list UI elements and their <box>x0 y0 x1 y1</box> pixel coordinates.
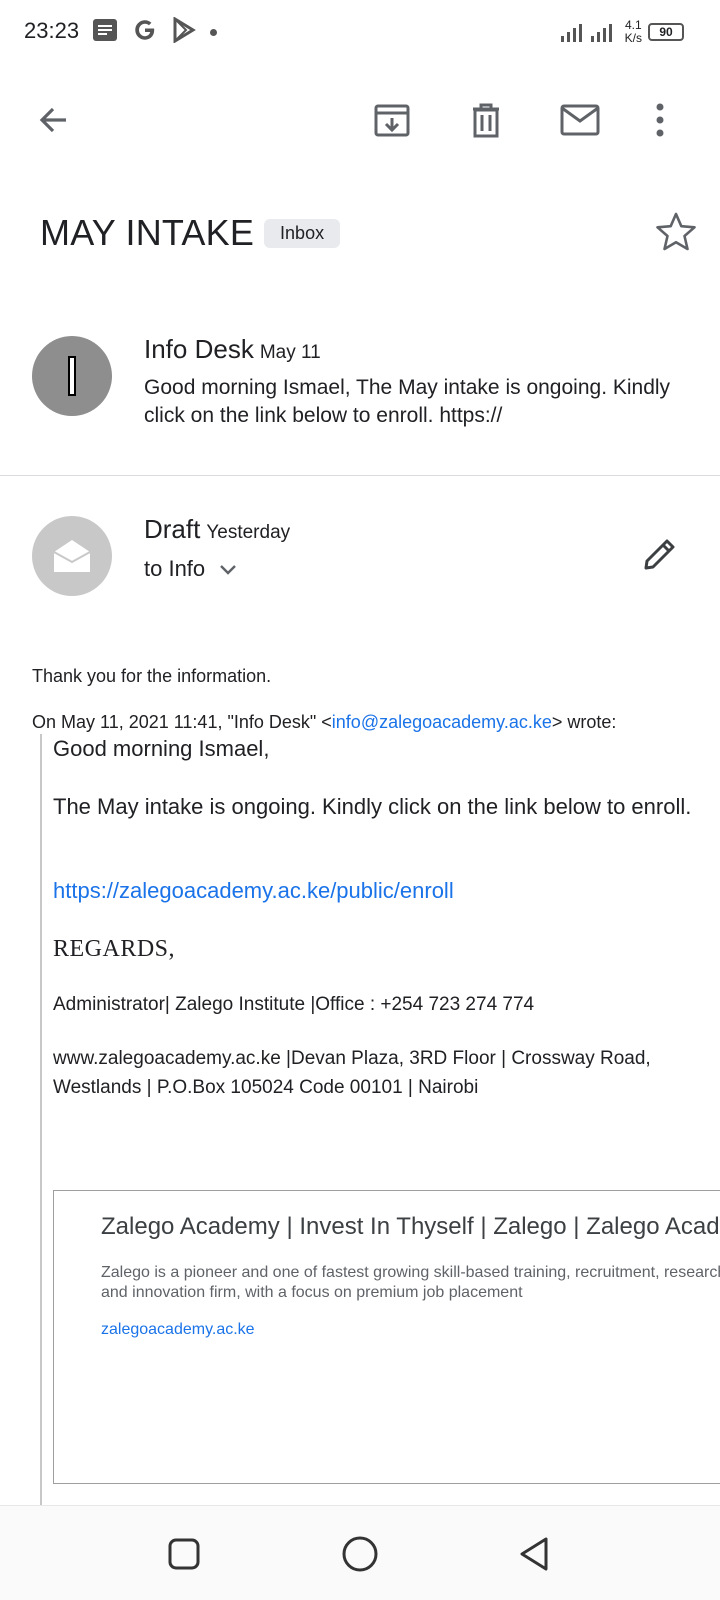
quoted-admin-line: Administrator| Zalego Institute |Office … <box>53 994 535 1015</box>
preview-title: Zalego Academy | Invest In Thyself | Zal… <box>101 1213 720 1240</box>
quoted-greeting: Good morning Ismael, <box>53 736 270 761</box>
recipient-label: to Info <box>144 556 206 581</box>
recents-button[interactable] <box>162 1532 206 1576</box>
link-preview-card[interactable]: Zalego Academy | Invest In Thyself | Zal… <box>53 1190 720 1484</box>
draft-body-text: Thank you for the information. <box>32 666 272 686</box>
archive-button[interactable] <box>366 94 418 146</box>
message-icon <box>92 18 118 47</box>
back-nav-button[interactable] <box>512 1532 556 1576</box>
status-notification-icons <box>92 15 217 48</box>
battery-icon: 90 <box>648 23 684 41</box>
recipient-details-toggle[interactable]: to Info <box>144 556 237 582</box>
quoted-address: www.zalegoacademy.ac.ke |Devan Plaza, 3R… <box>53 1048 651 1098</box>
mark-unread-icon <box>560 104 600 136</box>
quote-attribution: On May 11, 2021 11:41, "Info Desk" <info… <box>32 712 617 732</box>
message-sender: Info Desk May 11 <box>144 334 321 364</box>
delete-icon <box>473 103 499 138</box>
sender-email-link[interactable]: info@zalegoacademy.ac.ke <box>332 712 552 732</box>
back-button[interactable] <box>28 94 80 146</box>
google-icon <box>132 17 158 48</box>
signal-icon <box>559 16 619 49</box>
draft-envelope-icon <box>53 540 91 572</box>
quote-border <box>40 734 42 1524</box>
more-vert-icon <box>656 103 664 137</box>
draft-avatar <box>32 516 112 596</box>
draft-date: Yesterday <box>206 522 291 543</box>
subject-row: MAY INTAKE Inbox <box>40 208 700 258</box>
home-circle-icon <box>342 1536 378 1572</box>
preview-url-link[interactable]: zalegoacademy.ac.ke <box>101 1321 255 1339</box>
chevron-down-icon <box>220 565 237 575</box>
home-button[interactable] <box>338 1532 382 1576</box>
back-triangle-icon <box>520 1537 548 1571</box>
recents-square-icon <box>168 1538 200 1570</box>
star-button[interactable] <box>652 208 700 256</box>
delete-button[interactable] <box>460 94 512 146</box>
status-bar: 23:23 4.1 K/s 90 <box>0 0 720 64</box>
net-speed: 4.1 K/s <box>624 18 642 45</box>
avatar <box>32 336 112 416</box>
message-date: May 11 <box>259 342 321 363</box>
message-snippet: Good morning Ismael, The May intake is o… <box>144 376 671 427</box>
more-options-button[interactable] <box>638 94 682 146</box>
draft-sender: Draft Yesterday <box>144 514 291 544</box>
message-toolbar <box>0 84 720 156</box>
draft-header: Draft Yesterday to Info <box>0 500 720 610</box>
pencil-icon <box>644 539 675 570</box>
thread-subject: MAY INTAKE <box>40 212 255 253</box>
star-icon <box>656 212 696 251</box>
enroll-link[interactable]: https://zalegoacademy.ac.ke/public/enrol… <box>53 878 693 904</box>
back-arrow-icon <box>39 107 66 133</box>
status-time: 23:23 <box>24 18 80 43</box>
quoted-regards: REGARDS, <box>53 936 176 962</box>
avatar-letter-icon <box>68 356 76 396</box>
play-store-icon <box>172 15 196 48</box>
system-nav-bar <box>0 1505 720 1600</box>
edit-draft-button[interactable] <box>636 530 684 578</box>
inbox-label-chip[interactable]: Inbox <box>264 218 341 248</box>
collapsed-message[interactable]: Info Desk May 11 Good morning Ismael, The… <box>0 318 720 476</box>
quoted-body: The May intake is ongoing. Kindly click … <box>53 794 692 819</box>
mark-unread-button[interactable] <box>554 94 606 146</box>
notification-dot-icon <box>210 28 217 36</box>
preview-description: Zalego is a pioneer and one of fastest g… <box>101 1264 720 1301</box>
status-system-icons: 4.1 K/s 90 <box>559 14 684 50</box>
archive-icon <box>374 104 410 137</box>
